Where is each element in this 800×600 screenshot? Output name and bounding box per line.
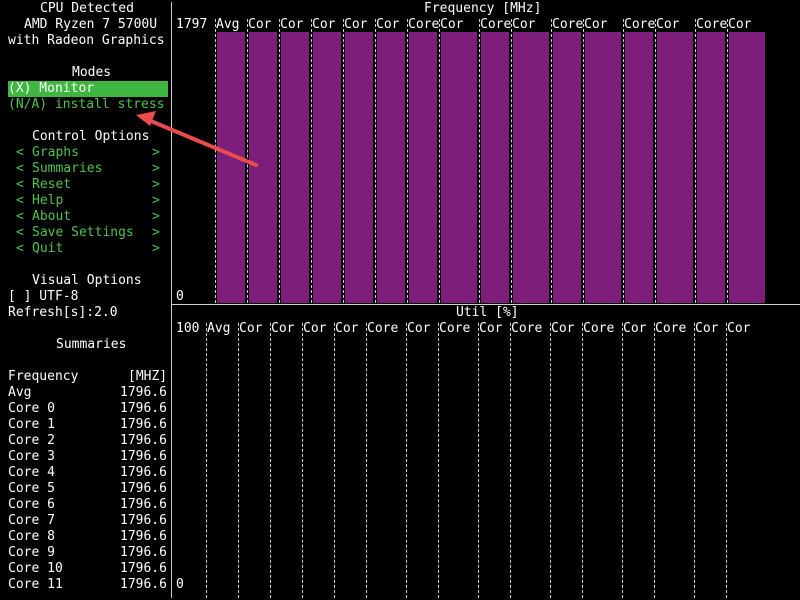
annotation-arrow-icon	[136, 111, 258, 167]
